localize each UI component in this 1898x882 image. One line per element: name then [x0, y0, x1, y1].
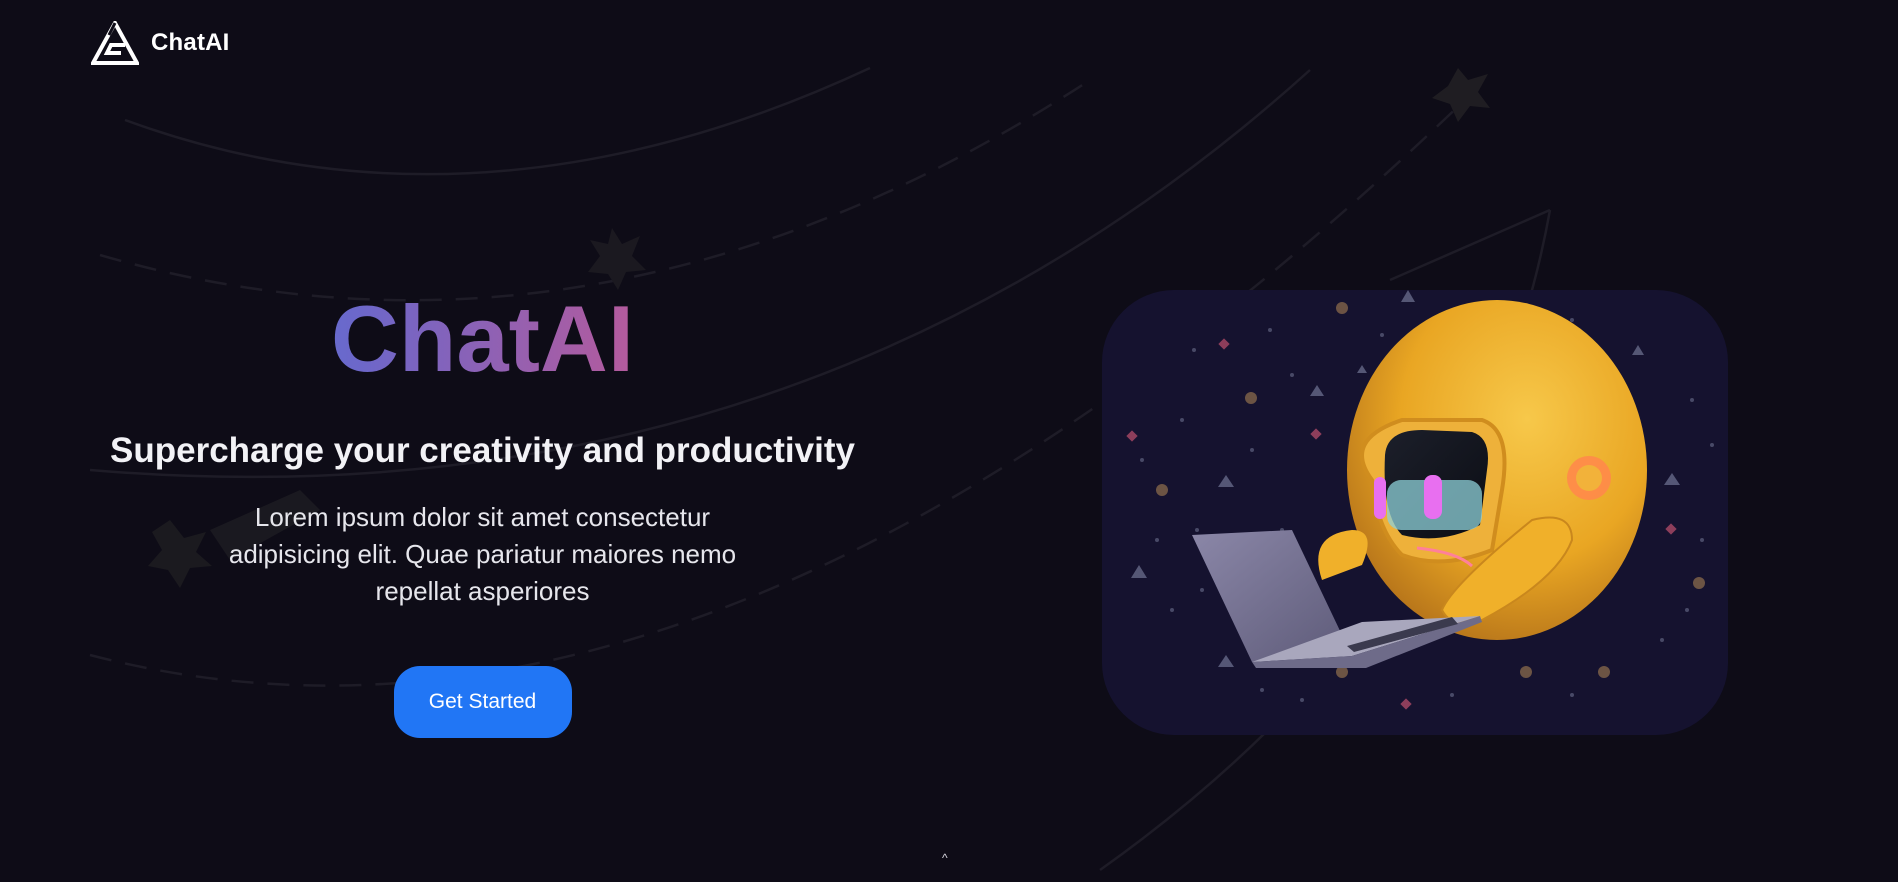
navbar: ChatAI [91, 20, 230, 66]
hero-title: ChatAI [80, 289, 885, 389]
scroll-up-indicator[interactable]: ^ [942, 851, 948, 865]
brand-name[interactable]: ChatAI [151, 29, 230, 57]
hero-content: ChatAI Supercharge your creativity and p… [80, 289, 885, 738]
landing-page: ChatAI ChatAI Supercharge your creativit… [0, 0, 1898, 882]
robot-laptop-illustration [1126, 290, 1714, 710]
hero-subtitle: Supercharge your creativity and producti… [110, 430, 855, 470]
hero-image [1102, 290, 1728, 735]
triangle-logo-icon[interactable] [91, 21, 139, 65]
hero-description: Lorem ipsum dolor sit amet consectetur a… [228, 501, 737, 606]
get-started-button[interactable]: Get Started [393, 665, 572, 738]
